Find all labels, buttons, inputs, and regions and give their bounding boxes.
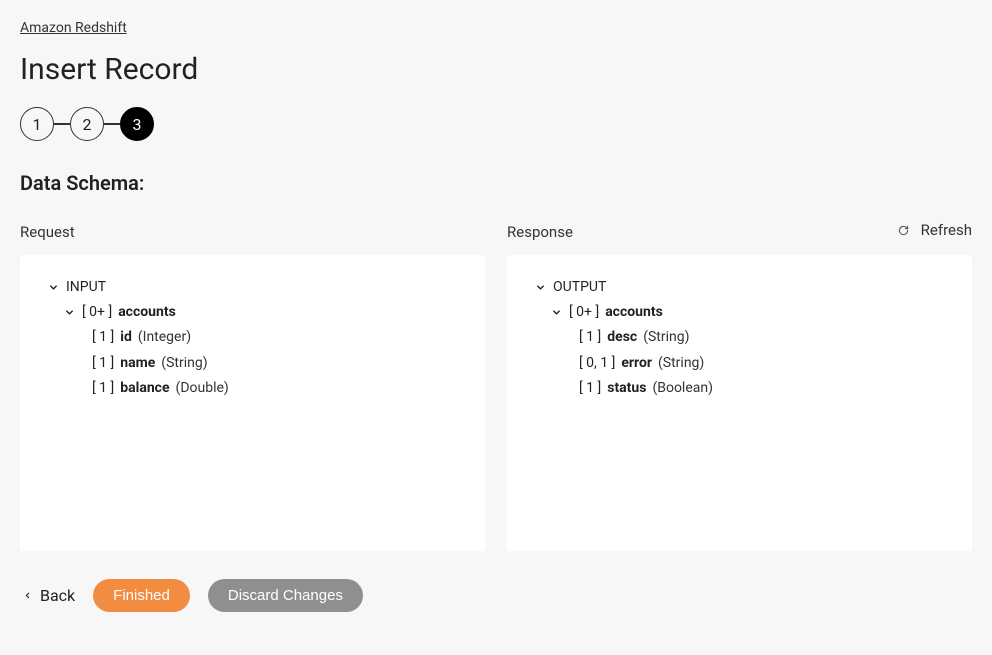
step-2[interactable]: 2 [70, 107, 104, 141]
tree-type: (String) [658, 351, 704, 376]
tree-type: (String) [161, 351, 207, 376]
chevron-down-icon [549, 306, 563, 320]
finished-button[interactable]: Finished [93, 579, 190, 612]
response-panel: OUTPUT [ 0+ ] accounts [ 1 ] desc (Strin… [507, 255, 972, 551]
tree-root[interactable]: OUTPUT [533, 275, 946, 300]
tree-card: [ 1 ] [579, 325, 601, 350]
tree-leaf: [ 0, 1 ] error (String) [579, 351, 946, 376]
chevron-down-icon [46, 281, 60, 295]
tree-name: balance [120, 376, 169, 401]
back-button[interactable]: Back [20, 586, 75, 605]
request-header: Request [20, 223, 485, 241]
tree-leaf: [ 1 ] status (Boolean) [579, 376, 946, 401]
tree-card: [ 1 ] [92, 325, 114, 350]
tree-leaf: [ 1 ] desc (String) [579, 325, 946, 350]
tree-name: name [120, 351, 155, 376]
breadcrumb-link[interactable]: Amazon Redshift [20, 20, 127, 36]
tree-card: [ 1 ] [92, 351, 114, 376]
refresh-button[interactable]: Refresh [897, 221, 972, 239]
section-label: Data Schema: [20, 171, 972, 195]
tree-name: desc [607, 325, 637, 350]
chevron-down-icon [62, 306, 76, 320]
tree-card: [ 0, 1 ] [579, 351, 615, 376]
step-connector [54, 123, 70, 125]
tree-card: [ 0+ ] [82, 300, 112, 325]
tree-card: [ 0+ ] [569, 300, 599, 325]
step-1[interactable]: 1 [20, 107, 54, 141]
tree-root-label: INPUT [66, 275, 106, 300]
tree-root-label: OUTPUT [553, 275, 606, 300]
footer-actions: Back Finished Discard Changes [20, 579, 972, 612]
tree-type: (Integer) [138, 325, 191, 350]
chevron-down-icon [533, 281, 547, 295]
refresh-icon [897, 223, 911, 237]
tree-card: [ 1 ] [92, 376, 114, 401]
tree-name: error [621, 351, 652, 376]
discard-button[interactable]: Discard Changes [208, 579, 363, 612]
tree-name: status [607, 376, 646, 401]
tree-node-accounts[interactable]: [ 0+ ] accounts [549, 300, 946, 325]
back-label: Back [40, 586, 75, 605]
tree-leaf: [ 1 ] id (Integer) [92, 325, 459, 350]
step-connector [104, 123, 120, 125]
step-indicator: 1 2 3 [20, 107, 972, 141]
tree-leaf: [ 1 ] name (String) [92, 351, 459, 376]
refresh-label: Refresh [921, 221, 972, 239]
tree-name: accounts [118, 300, 176, 325]
tree-type: (Double) [176, 376, 229, 401]
tree-leaf: [ 1 ] balance (Double) [92, 376, 459, 401]
request-panel: INPUT [ 0+ ] accounts [ 1 ] id (Integer)… [20, 255, 485, 551]
step-3[interactable]: 3 [120, 107, 154, 141]
tree-name: id [120, 325, 132, 350]
tree-name: accounts [605, 300, 663, 325]
tree-type: (String) [643, 325, 689, 350]
tree-node-accounts[interactable]: [ 0+ ] accounts [62, 300, 459, 325]
tree-type: (Boolean) [652, 376, 713, 401]
chevron-left-icon [20, 589, 34, 603]
page-title: Insert Record [20, 52, 972, 87]
tree-root[interactable]: INPUT [46, 275, 459, 300]
tree-card: [ 1 ] [579, 376, 601, 401]
